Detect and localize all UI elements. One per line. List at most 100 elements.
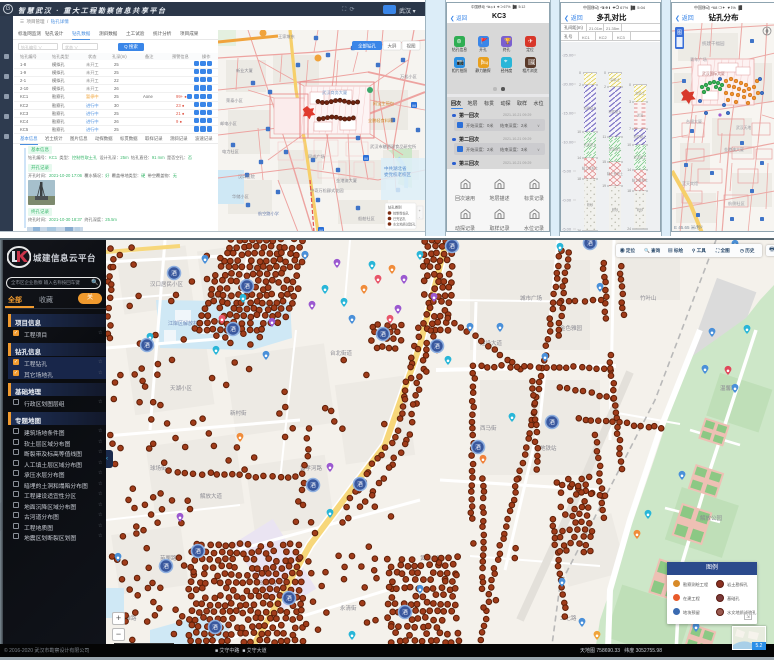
svg-text:钻孔类别: 钻孔类别 xyxy=(388,205,402,210)
svg-text:粉质黏土: 粉质黏土 xyxy=(634,134,648,139)
svg-text:城市广场: 城市广场 xyxy=(520,294,543,302)
svg-text:18: 18 xyxy=(627,189,631,193)
svg-text:永清街: 永清街 xyxy=(340,604,357,612)
svg-text:淤泥质土: 淤泥质土 xyxy=(634,154,648,159)
svg-text:淤泥: 淤泥 xyxy=(637,112,644,117)
svg-text:酒: 酒 xyxy=(212,623,218,631)
svg-text:酒: 酒 xyxy=(144,341,150,349)
svg-text:酒: 酒 xyxy=(402,608,408,616)
svg-text:E 45.65 米/秒²: E 45.65 米/秒² xyxy=(674,224,703,231)
svg-text:中共湖北省: 中共湖北省 xyxy=(384,165,407,172)
svg-text:船舶社区: 船舶社区 xyxy=(358,215,375,222)
svg-text:19: 19 xyxy=(602,184,606,188)
svg-text:粉砂: 粉砂 xyxy=(637,207,644,212)
svg-text:14: 14 xyxy=(627,168,631,172)
svg-text:11: 11 xyxy=(602,135,606,139)
svg-text:武汉国际大厦: 武汉国际大厦 xyxy=(702,71,725,76)
svg-text:0: 0 xyxy=(579,71,581,75)
svg-text:解放公园: 解放公园 xyxy=(700,514,723,522)
svg-text:酒: 酒 xyxy=(195,547,201,555)
svg-text:酒: 酒 xyxy=(449,242,455,250)
svg-text:已完钻孔: 已完钻孔 xyxy=(393,216,407,221)
svg-text:-5.00: -5.00 xyxy=(562,168,572,173)
svg-text:黏土夹粉土: 黏土夹粉土 xyxy=(582,165,599,170)
svg-text:解放大道: 解放大道 xyxy=(200,492,223,500)
svg-text:M: M xyxy=(364,156,367,161)
svg-text:-5.00: -5.00 xyxy=(562,226,572,231)
svg-text:-25.00: -25.00 xyxy=(562,52,574,57)
svg-text:酒: 酒 xyxy=(549,418,555,426)
svg-text:天湖小区: 天湖小区 xyxy=(170,384,193,392)
svg-text:台北街道: 台北街道 xyxy=(330,349,353,357)
svg-text:万松小区: 万松小区 xyxy=(400,73,417,80)
svg-text:酒: 酒 xyxy=(475,443,481,451)
svg-text:杂填土: 杂填土 xyxy=(610,77,620,82)
svg-text:视图: 视图 xyxy=(407,43,416,50)
svg-text:酒: 酒 xyxy=(380,330,386,338)
svg-text:水文地质试验孔: 水文地质试验孔 xyxy=(393,221,416,226)
svg-text:2: 2 xyxy=(604,85,606,89)
svg-text:杂填土: 杂填土 xyxy=(635,90,645,95)
svg-text:酒: 酒 xyxy=(286,594,292,602)
svg-text:竹叶山: 竹叶山 xyxy=(640,294,657,302)
svg-text:酒: 酒 xyxy=(357,480,363,488)
svg-text:台银大厦: 台银大厦 xyxy=(686,118,702,124)
svg-text:18: 18 xyxy=(577,177,581,181)
svg-text:汉口医院: 汉口医院 xyxy=(238,173,256,180)
svg-text:委党校老校区: 委党校老校区 xyxy=(384,171,411,178)
svg-text:粉质黏土: 粉质黏土 xyxy=(584,105,598,110)
svg-text:王家墩东: 王家墩东 xyxy=(278,33,295,40)
svg-text:0: 0 xyxy=(629,83,631,87)
svg-text:武汉天地: 武汉天地 xyxy=(736,125,751,130)
svg-text:酒: 酒 xyxy=(171,269,177,277)
svg-text:酒: 酒 xyxy=(163,562,169,570)
svg-text:金港澳大厦: 金港澳大厦 xyxy=(336,177,357,184)
svg-text:金色雅园: 金色雅园 xyxy=(560,324,583,332)
svg-text:酒: 酒 xyxy=(587,240,593,247)
svg-text:酒: 酒 xyxy=(244,282,250,290)
svg-text:M: M xyxy=(412,103,415,108)
svg-text:粉砂: 粉砂 xyxy=(587,202,594,207)
svg-text:西马街: 西马街 xyxy=(480,424,497,432)
svg-text:粉砂: 粉砂 xyxy=(612,207,619,212)
svg-text:全鹏轻食料理: 全鹏轻食料理 xyxy=(368,117,394,124)
svg-text:粉质黏土: 粉质黏土 xyxy=(609,109,623,114)
svg-text:统建千福园: 统建千福园 xyxy=(702,40,725,47)
svg-text:蓝天宾馆: 蓝天宾馆 xyxy=(682,180,698,186)
svg-text:10: 10 xyxy=(627,143,631,147)
svg-text:荣泰小区: 荣泰小区 xyxy=(226,97,243,104)
svg-text:中奇万松郦式花园: 中奇万松郦式花园 xyxy=(310,187,344,194)
svg-text:-20.00: -20.00 xyxy=(562,81,574,86)
svg-text:邮电小区: 邮电小区 xyxy=(220,120,237,127)
svg-text:控制性钻孔: 控制性钻孔 xyxy=(393,210,410,215)
svg-text:7: 7 xyxy=(629,127,631,131)
svg-text:酒: 酒 xyxy=(434,342,440,350)
svg-text:-0.00: -0.00 xyxy=(562,197,572,202)
svg-text:3: 3 xyxy=(629,100,631,104)
svg-text:-10.00: -10.00 xyxy=(562,139,574,144)
svg-text:26: 26 xyxy=(577,229,581,232)
svg-text:-15.00: -15.00 xyxy=(562,110,574,115)
svg-text:地铁站: 地铁站 xyxy=(540,444,557,452)
svg-text:大屏: 大屏 xyxy=(388,43,397,50)
svg-text:淤泥质土: 淤泥质土 xyxy=(584,142,598,147)
svg-text:淤泥质土: 淤泥质土 xyxy=(609,146,623,151)
svg-text:2: 2 xyxy=(579,83,581,87)
svg-text:酒: 酒 xyxy=(230,325,236,333)
svg-text:10: 10 xyxy=(577,130,581,134)
svg-text:武汉商务大厦: 武汉商务大厦 xyxy=(322,89,347,96)
svg-text:青年广场: 青年广场 xyxy=(690,56,707,63)
svg-text:24: 24 xyxy=(627,227,631,231)
svg-text:新村街: 新村街 xyxy=(230,409,247,417)
svg-text:航侧社区: 航侧社区 xyxy=(728,200,745,207)
svg-text:15: 15 xyxy=(602,160,606,164)
svg-text:图: 图 xyxy=(677,30,682,36)
svg-text:金港澳大厦: 金港澳大厦 xyxy=(724,146,744,152)
svg-text:黏土夹粉土: 黏土夹粉土 xyxy=(632,177,649,182)
svg-text:同成广场: 同成广场 xyxy=(308,153,325,160)
svg-text:黏土夹粉土: 黏土夹粉土 xyxy=(607,171,624,176)
svg-text:14: 14 xyxy=(577,156,581,160)
svg-text:0: 0 xyxy=(604,71,606,75)
svg-text:华储小区: 华储小区 xyxy=(232,193,249,200)
svg-text:航空路小学: 航空路小学 xyxy=(258,210,279,217)
